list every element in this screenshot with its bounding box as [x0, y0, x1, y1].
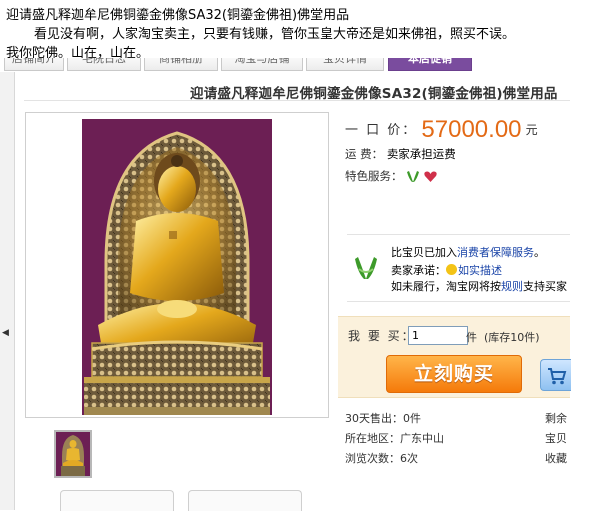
heart-icon[interactable]	[424, 170, 437, 183]
shop-tab-bar: 店铺简介 宅院日志 商铺相册 淘宝与店铺 宝贝详情 本店促销	[0, 58, 570, 72]
accurate-description-link[interactable]: 如实描述	[458, 264, 502, 277]
sold-value: 0件	[403, 412, 421, 425]
sold-stat: 30天售出：0件	[345, 410, 421, 426]
tab-promotions[interactable]: 本店促销	[388, 58, 472, 71]
shipping-value: 卖家承担运费	[386, 147, 456, 161]
intro-line-2: 看见没有啊，人家淘宝卖主，只要有钱赚，管你玉皇大帝还是如来佛祖，照买不误。	[34, 27, 516, 42]
tab-taobao-shop[interactable]: 淘宝与店铺	[221, 58, 303, 71]
image-tool-button-2[interactable]	[188, 490, 302, 511]
price-value: 57000.00	[421, 116, 522, 143]
product-thumbnail[interactable]	[54, 430, 92, 478]
seller-promise-label: 卖家承诺：	[391, 264, 446, 277]
product-page-screenshot: 店铺简介 宅院日志 商铺相册 淘宝与店铺 宝贝详情 本店促销 ◀ 迎请盛凡释迦牟…	[0, 58, 611, 511]
tab-journal[interactable]: 宅院日志	[67, 58, 141, 71]
price-row: 一 口 价： 57000.00 元	[345, 116, 538, 144]
remaining-label: 剩余	[545, 412, 567, 425]
protection-hands-icon	[355, 257, 377, 279]
intro-line-1: 迎请盛凡释迦牟尼佛铜鎏金佛像SA32(铜鎏金佛祖)佛堂用品	[6, 8, 350, 23]
product-title: 迎请盛凡释迦牟尼佛铜鎏金佛像SA32(铜鎏金佛祖)佛堂用品	[190, 86, 558, 102]
service-row: 特色服务：	[345, 168, 437, 184]
consumer-protection-link[interactable]: 消费者保障服务	[457, 246, 534, 259]
item-label: 宝贝	[545, 432, 567, 445]
price-label: 一 口 价：	[345, 123, 418, 138]
quantity-unit: 件	[466, 331, 477, 344]
collapse-sidebar-bar[interactable]: ◀	[0, 72, 15, 510]
left-arrow-icon[interactable]: ◀	[2, 328, 9, 338]
protection-line-3-text: 如未履行，淘宝网将按	[391, 280, 501, 293]
main-product-image[interactable]	[25, 112, 329, 418]
image-tool-button-1[interactable]	[60, 490, 174, 511]
buy-now-button[interactable]: 立刻购买	[386, 355, 522, 393]
hands-icon[interactable]	[406, 170, 420, 183]
views-value: 6次	[400, 452, 418, 465]
add-to-cart-button[interactable]	[540, 359, 571, 391]
protection-line-2: 卖家承诺： 如实描述	[391, 262, 502, 278]
location-stat: 所在地区：广东中山	[345, 430, 444, 446]
shipping-row: 运 费： 卖家承担运费	[345, 146, 456, 162]
protection-line-1-suffix: 。	[534, 246, 545, 259]
accurate-description-icon	[446, 264, 457, 275]
buddha-statue-image	[82, 119, 272, 415]
buddha-thumbnail-image	[56, 432, 90, 476]
service-label: 特色服务：	[345, 169, 403, 183]
protection-line-1: 比宝贝已加入消费者保障服务。	[391, 244, 545, 260]
price-unit: 元	[525, 123, 538, 137]
rules-link[interactable]: 规则	[501, 280, 523, 293]
favorite-link[interactable]: 收藏	[545, 450, 567, 466]
cart-icon	[548, 368, 567, 385]
quantity-label: 我 要 买：	[348, 329, 416, 343]
stock-count: (库存10件)	[484, 331, 540, 344]
sold-label: 30天售出：	[345, 412, 403, 425]
consumer-protection-box: 比宝贝已加入消费者保障服务。 卖家承诺： 如实描述 如未履行，淘宝网将按规则支持买…	[347, 234, 570, 302]
title-divider	[24, 100, 570, 101]
intro-text: 迎请盛凡释迦牟尼佛铜鎏金佛像SA32(铜鎏金佛祖)佛堂用品 看见没有啊，人家淘宝…	[6, 6, 606, 63]
tab-shop-intro[interactable]: 店铺简介	[4, 58, 64, 71]
protection-line-3: 如未履行，淘宝网将按规则支持买家	[391, 278, 567, 294]
protection-line-3-suffix: 支持买家	[523, 280, 567, 293]
purchase-box: 我 要 买： 件 (库存10件) 立刻购买	[338, 316, 571, 398]
quantity-input[interactable]	[408, 326, 468, 345]
views-label: 浏览次数：	[345, 452, 400, 465]
protection-line-1-text: 比宝贝已加入	[391, 246, 457, 259]
tab-item-details[interactable]: 宝贝详情	[306, 58, 384, 71]
tab-album[interactable]: 商铺相册	[144, 58, 218, 71]
location-label: 所在地区：	[345, 432, 400, 445]
location-value: 广东中山	[400, 432, 444, 445]
views-stat: 浏览次数：6次	[345, 450, 418, 466]
shipping-label: 运 费：	[345, 147, 384, 161]
